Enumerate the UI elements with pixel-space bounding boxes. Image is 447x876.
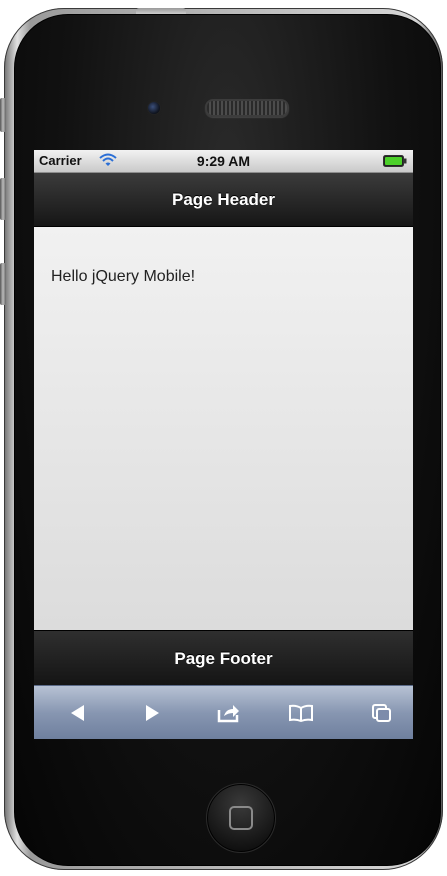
tabs-icon [372, 704, 391, 722]
back-button[interactable] [64, 699, 92, 727]
status-time: 9:29 AM [196, 153, 251, 169]
status-bar: Carrier 9:29 AM [34, 150, 413, 173]
bookmarks-icon [289, 704, 313, 722]
page-footer: Page Footer [34, 630, 413, 686]
home-button[interactable] [206, 783, 276, 853]
battery-icon [383, 155, 407, 167]
phone-screen: Carrier 9:29 AM Page Header Hello jQuery… [34, 150, 413, 739]
share-icon [217, 705, 239, 723]
forward-arrow-icon [146, 705, 159, 721]
volume-down-button [0, 263, 6, 305]
browser-toolbar [34, 685, 413, 739]
back-arrow-icon [71, 705, 84, 721]
page-content: Hello jQuery Mobile! [34, 227, 413, 630]
forward-button[interactable] [138, 699, 166, 727]
share-button[interactable] [215, 699, 243, 727]
bookmarks-button[interactable] [287, 699, 315, 727]
home-square-icon [229, 806, 253, 830]
tabs-button[interactable] [368, 699, 396, 727]
earpiece-speaker [205, 99, 289, 117]
page-header: Page Header [34, 173, 413, 227]
volume-up-button [0, 178, 6, 220]
page: Carrier 9:29 AM Page Header Hello jQuery… [0, 0, 447, 876]
mute-switch [0, 98, 6, 132]
content-text: Hello jQuery Mobile! [51, 268, 196, 285]
front-camera-icon [147, 101, 161, 115]
